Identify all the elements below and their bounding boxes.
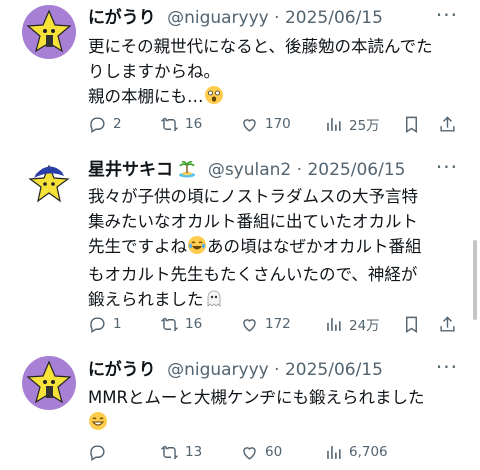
bookmark-icon xyxy=(406,116,417,133)
post-actions: 1 16 172 24万 xyxy=(88,312,468,336)
display-name[interactable]: にがうり xyxy=(88,8,156,28)
post-text: MMRとムーと大槻ケンヂにも鍛えられました xyxy=(88,385,456,438)
island-icon xyxy=(178,160,196,185)
post-2[interactable]: 星井サキコ @syulan2 · 2025/06/15 ··· 我々が子供の頃に… xyxy=(0,152,480,342)
handle[interactable]: @niguaryyy · 2025/06/15 xyxy=(167,360,383,380)
grinning-face-icon xyxy=(88,411,108,438)
reply-icon xyxy=(90,116,105,133)
views-chart-icon xyxy=(327,117,341,131)
like-count: 60 xyxy=(265,444,283,460)
view-count: 25万 xyxy=(349,118,380,134)
views-button[interactable]: 6,706 xyxy=(324,440,388,464)
repost-button[interactable]: 16 xyxy=(160,112,202,136)
scrollbar-thumb[interactable] xyxy=(473,240,477,320)
bookmark-button[interactable] xyxy=(402,312,427,336)
like-button[interactable]: 172 xyxy=(240,312,291,336)
bookmark-button[interactable] xyxy=(402,112,427,136)
repost-count: 13 xyxy=(185,444,203,460)
heart-icon xyxy=(243,318,256,332)
post-actions: 2 16 170 25万 xyxy=(88,112,468,136)
heart-icon xyxy=(243,118,256,132)
like-button[interactable]: 170 xyxy=(240,112,291,136)
reply-button[interactable] xyxy=(88,440,113,464)
repost-count: 16 xyxy=(185,116,203,132)
like-count: 172 xyxy=(265,316,291,332)
repost-icon xyxy=(160,117,179,131)
avatar-nigauri[interactable] xyxy=(22,356,76,410)
share-button[interactable] xyxy=(438,112,463,136)
post-1[interactable]: にがうり @niguaryyy · 2025/06/15 ··· 更にその親世代… xyxy=(0,0,480,150)
star-character-icon xyxy=(26,360,72,404)
more-options-icon[interactable]: ··· xyxy=(436,357,458,377)
display-name[interactable]: にがうり xyxy=(88,360,156,380)
star-cap-character-icon xyxy=(28,164,70,203)
handle[interactable]: @niguaryyy · 2025/06/15 xyxy=(167,8,383,28)
more-options-icon[interactable]: ··· xyxy=(436,157,458,177)
reply-button[interactable]: 2 xyxy=(88,112,122,136)
reply-button[interactable]: 1 xyxy=(88,312,122,336)
views-button[interactable]: 24万 xyxy=(324,312,380,336)
handle[interactable]: @syulan2 · 2025/06/15 xyxy=(208,160,406,180)
like-button[interactable]: 60 xyxy=(240,440,282,464)
repost-icon xyxy=(160,445,179,459)
display-name[interactable]: 星井サキコ xyxy=(88,160,173,180)
view-count: 6,706 xyxy=(349,444,388,460)
reply-thread: にがうり @niguaryyy · 2025/06/15 ··· 更にその親世代… xyxy=(0,0,480,470)
reply-icon xyxy=(90,444,105,461)
views-button[interactable]: 25万 xyxy=(324,112,380,136)
view-count: 24万 xyxy=(349,318,380,334)
share-button[interactable] xyxy=(438,312,463,336)
share-icon xyxy=(440,115,455,132)
repost-button[interactable]: 16 xyxy=(160,312,202,336)
avatar-nigauri[interactable] xyxy=(22,5,76,59)
post-header: にがうり @niguaryyy · 2025/06/15 ··· xyxy=(88,5,470,30)
reply-count: 2 xyxy=(113,116,122,132)
more-options-icon[interactable]: ··· xyxy=(436,5,458,25)
repost-count: 16 xyxy=(185,316,203,332)
repost-icon xyxy=(160,317,179,331)
views-chart-icon xyxy=(327,445,341,459)
share-icon xyxy=(440,315,455,332)
heart-icon xyxy=(243,446,256,460)
post-header: にがうり @niguaryyy · 2025/06/15 ··· xyxy=(88,357,470,382)
laughing-face-icon xyxy=(187,235,207,262)
like-count: 170 xyxy=(265,116,291,132)
ghost-icon xyxy=(204,288,224,315)
star-character-icon xyxy=(26,9,72,53)
avatar-hoshii-sakiko[interactable] xyxy=(22,156,76,210)
post-header: 星井サキコ @syulan2 · 2025/06/15 ··· xyxy=(88,157,470,185)
post-3[interactable]: にがうり @niguaryyy · 2025/06/15 ··· MMRとムーと… xyxy=(0,352,480,470)
repost-button[interactable]: 13 xyxy=(160,440,202,464)
reply-icon xyxy=(90,316,105,333)
shocked-face-icon xyxy=(204,85,224,112)
post-text: 更にその親世代になると、後藤勉の本読んでた りしますからね。 親の本棚にも… xyxy=(88,34,456,112)
bookmark-icon xyxy=(406,316,417,333)
post-text: 我々が子供の頃にノストラダムスの大予言特 集みたいなオカルト番組に出ていたオカル… xyxy=(88,184,456,315)
reply-count: 1 xyxy=(113,316,122,332)
post-actions: 13 60 6,706 xyxy=(88,440,468,464)
views-chart-icon xyxy=(327,317,341,331)
